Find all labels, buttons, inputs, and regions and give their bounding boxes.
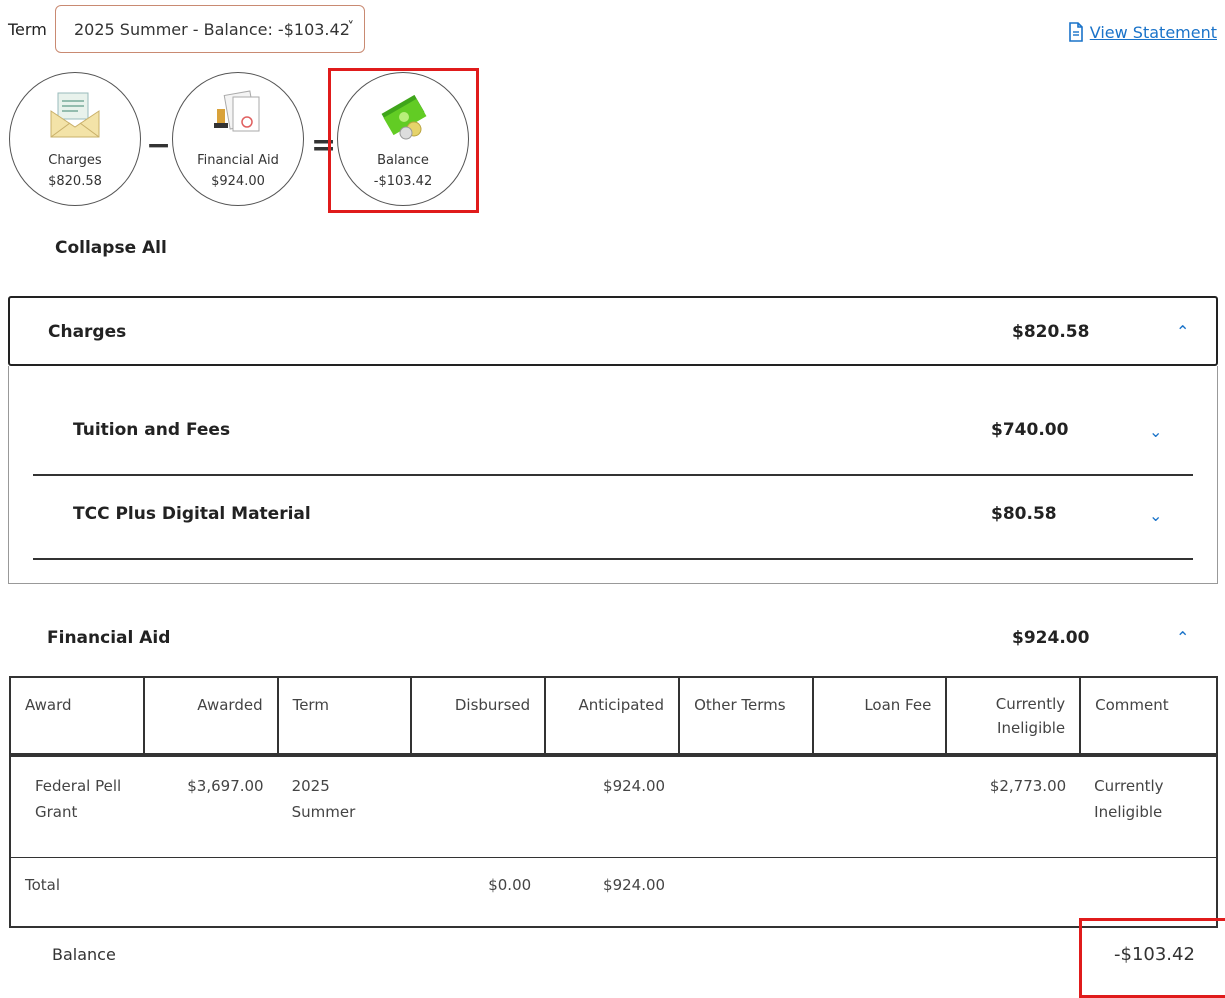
document-icon [1068, 22, 1083, 42]
award-comment: Currently Ineligible [1080, 755, 1217, 858]
award-currently-ineligible: $2,773.00 [946, 755, 1081, 858]
column-header-currently-ineligible: Currently Ineligible [945, 676, 1082, 757]
award-anticipated: $924.00 [545, 755, 680, 858]
balance-value: -$103.42 [1114, 944, 1195, 965]
chevron-up-icon[interactable]: ⌃ [1176, 628, 1189, 647]
view-statement-link[interactable]: View Statement [1068, 22, 1217, 42]
column-header-awarded: Awarded [142, 676, 279, 757]
table-total-row: Total $0.00 $924.00 [10, 858, 1217, 928]
term-label: Term [8, 20, 47, 39]
charge-item-label: Tuition and Fees [73, 420, 231, 440]
charge-item-amount: $80.58 [991, 504, 1057, 524]
financial-aid-table: Award Awarded Term Disbursed Anticipated… [9, 676, 1218, 928]
collapse-all-button[interactable]: Collapse All [55, 238, 167, 258]
balance-label: Balance [52, 945, 116, 964]
column-header-award: Award [9, 676, 145, 757]
column-header-comment: Comment [1079, 676, 1218, 757]
balance-summary-label: Balance [377, 153, 429, 168]
award-awarded: $3,697.00 [143, 755, 278, 858]
charge-item-tuition[interactable]: Tuition and Fees $740.00 ⌄ [33, 390, 1193, 476]
charges-section-header[interactable]: Charges $820.58 ⌃ [8, 296, 1218, 366]
balance-summary-amount: -$103.42 [373, 174, 433, 189]
column-header-disbursed: Disbursed [410, 676, 547, 757]
award-term: 2025 Summer [277, 755, 412, 858]
award-loan-fee [812, 755, 947, 858]
financial-aid-summary-amount: $924.00 [211, 174, 265, 189]
financial-aid-summary-label: Financial Aid [197, 153, 279, 168]
charges-section-title: Charges [48, 322, 127, 342]
award-other-terms [679, 755, 813, 858]
view-statement-label: View Statement [1089, 22, 1217, 42]
financial-aid-summary-circle: Financial Aid $924.00 [172, 72, 304, 206]
financial-aid-section-title[interactable]: Financial Aid [47, 628, 170, 648]
charges-summary-circle: Charges $820.58 [9, 72, 141, 206]
charge-item-digital-material[interactable]: TCC Plus Digital Material $80.58 ⌄ [33, 474, 1193, 560]
term-select-value: 2025 Summer - Balance: -$103.42 [74, 19, 350, 39]
documents-stamp-icon [214, 90, 260, 132]
charges-section-body: Tuition and Fees $740.00 ⌄ TCC Plus Digi… [8, 366, 1218, 584]
award-name: Federal Pell Grant [10, 755, 144, 858]
minus-operator: − [146, 128, 172, 163]
balance-summary-circle: Balance -$103.42 [337, 72, 469, 206]
chevron-down-icon[interactable]: ⌄ [1149, 506, 1162, 525]
total-disbursed: $0.00 [488, 876, 532, 894]
column-header-other-terms: Other Terms [678, 676, 814, 757]
financial-aid-section-amount: $924.00 [1012, 628, 1090, 648]
award-disbursed [411, 755, 546, 858]
envelope-bill-icon [50, 92, 100, 138]
charges-section-amount: $820.58 [1012, 322, 1090, 342]
charges-summary-amount: $820.58 [48, 174, 102, 189]
money-icon [381, 94, 427, 140]
table-row: Federal Pell Grant $3,697.00 2025 Summer… [10, 755, 1217, 858]
chevron-down-icon[interactable]: ⌄ [1149, 422, 1162, 441]
chevron-up-icon[interactable]: ⌃ [1176, 322, 1189, 341]
total-label: Total [25, 876, 61, 894]
term-select[interactable]: 2025 Summer - Balance: -$103.42 ˅ [55, 5, 365, 53]
charge-item-amount: $740.00 [991, 420, 1069, 440]
column-header-term: Term [276, 676, 413, 757]
charge-item-label: TCC Plus Digital Material [73, 504, 311, 524]
charges-summary-label: Charges [48, 153, 102, 168]
column-header-anticipated: Anticipated [544, 676, 681, 757]
table-header-row: Award Awarded Term Disbursed Anticipated… [9, 676, 1218, 757]
total-anticipated: $924.00 [603, 876, 666, 894]
chevron-down-icon: ˅ [347, 20, 355, 35]
column-header-loan-fee: Loan Fee [811, 676, 948, 757]
